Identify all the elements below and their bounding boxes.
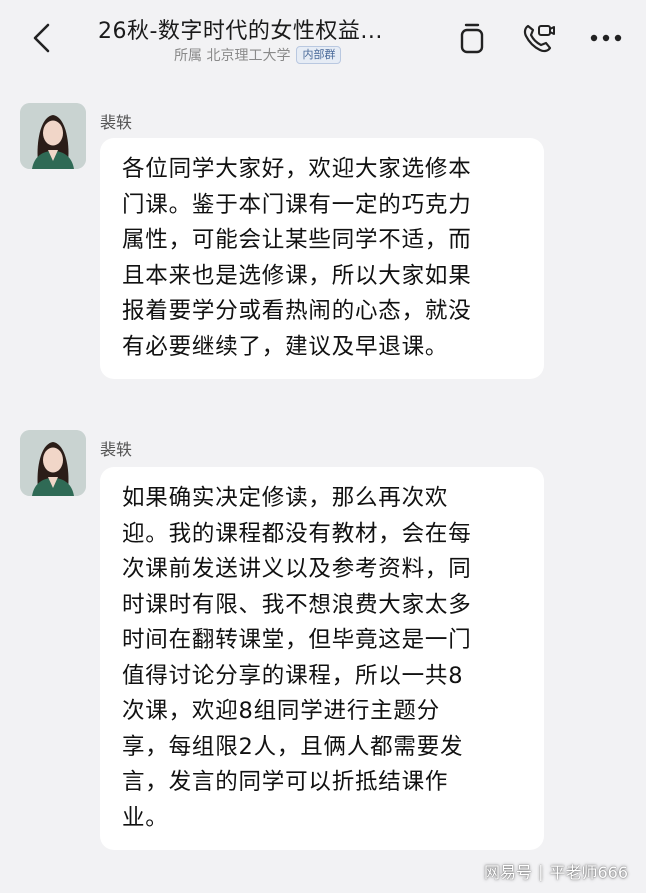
more-icon [590,34,622,42]
message-text-line: 享，每组限2人，且俩人都需要发 [122,733,464,760]
message-text-line: 有必要继续了，建议及早退课。 [122,333,449,360]
message-text-line: 时课时有限、我不想浪费大家太多 [122,591,472,618]
profile-photo-icon [20,430,86,496]
watermark-author: 平老师666 [549,863,628,882]
message-text-line: 业。 [122,804,169,831]
message-text-line: 迎。我的课程都没有教材，会在每 [122,520,472,547]
message-text-line: 各位同学大家好，欢迎大家选修本 [122,156,472,182]
video-call-button[interactable] [518,18,558,58]
sender-name: 裴轶 [100,113,133,132]
avatar[interactable] [20,430,86,496]
message-text-line: 次课，欢迎8组同学进行主题分 [122,698,441,724]
profile-photo-icon [20,103,86,169]
message-text-line: 门课。鉴于本门课有一定的巧克力 [122,191,472,218]
message-text-line: 次课前发送讲义以及参考资料，同 [122,556,472,582]
video-call-icon [523,24,555,53]
back-icon [33,23,50,53]
message-bubble[interactable]: 如果确实决定修读，那么再次欢 迎。我的课程都没有教材，会在每 次课前发送讲义以及… [100,467,544,850]
internal-group-badge: 内部群 [296,46,342,64]
copy-icon [460,23,484,54]
sender-name: 裴轶 [100,440,133,459]
message-text-line: 属性，可能会让某些同学不适，而 [122,227,472,253]
message-text-line: 值得讨论分享的课程，所以一共8 [122,662,464,689]
watermark-source: 网易号 [484,863,533,882]
chat-title: 26秋-数字时代的女性权益... [98,19,383,44]
copy-button[interactable] [452,18,492,58]
message-bubble[interactable]: 各位同学大家好，欢迎大家选修本 门课。鉴于本门课有一定的巧克力 属性，可能会让某… [100,138,544,379]
message-text-line: 言，发言的同学可以折抵结课作 [122,769,449,795]
avatar[interactable] [20,103,86,169]
chat-subtitle: 所属 北京理工大学 [174,48,291,64]
chat-header: 26秋-数字时代的女性权益... 所属 北京理工大学 内部群 [0,0,646,86]
more-button[interactable] [586,18,626,58]
message-text-line: 且本来也是选修课，所以大家如果 [122,262,472,289]
chat-page: 26秋-数字时代的女性权益... 所属 北京理工大学 内部群 裴轶 各位同学大家… [0,0,646,893]
message-text-line: 报着要学分或看热闹的心态，就没 [122,298,472,324]
message-text-line: 如果确实决定修读，那么再次欢 [122,485,449,511]
message-text-line: 时间在翻转课堂，但毕竟这是一门 [122,627,472,653]
watermark-separator: | [538,861,544,881]
chat-subtitle-row: 所属 北京理工大学 内部群 [174,44,342,66]
back-button[interactable] [22,18,62,58]
watermark: 网易号 | 平老师666 [484,859,628,883]
